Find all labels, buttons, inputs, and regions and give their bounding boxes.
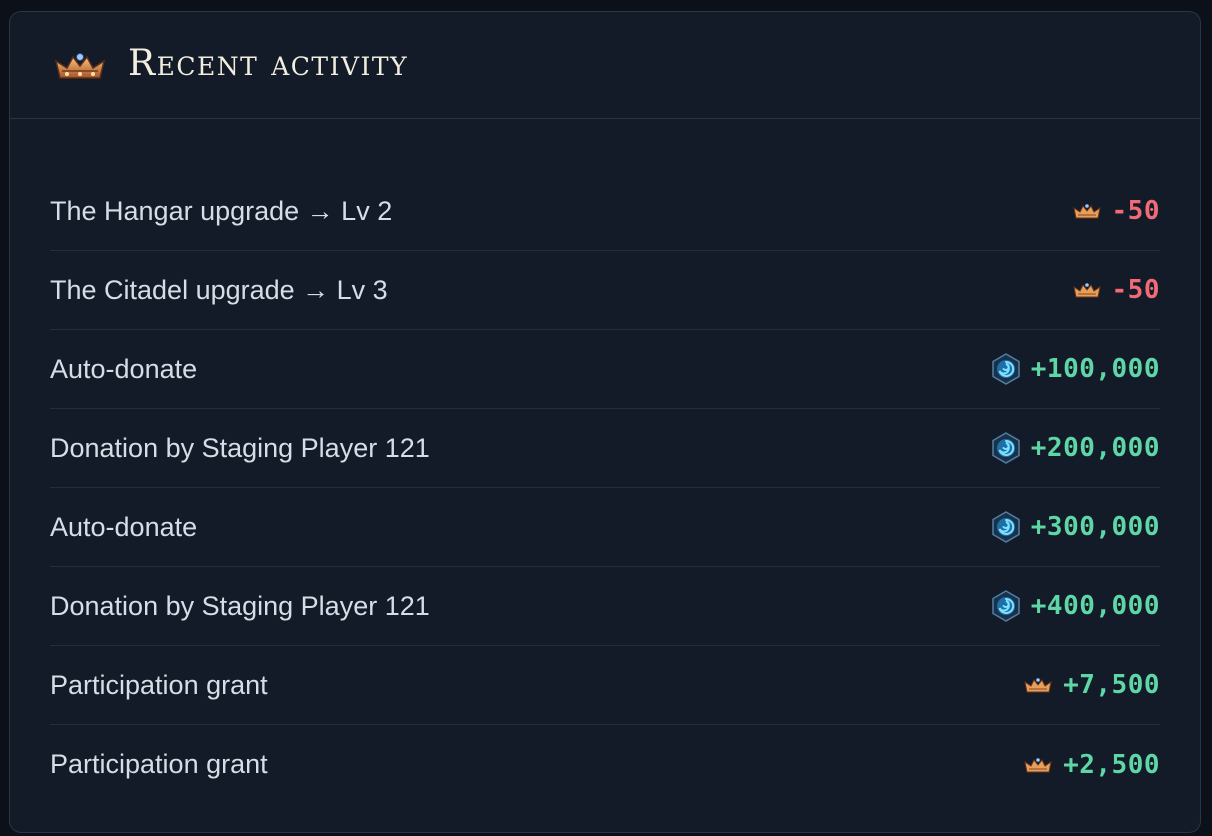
- activity-description: Participation grant: [50, 749, 268, 779]
- activity-amount-group: +400,000: [990, 590, 1160, 622]
- activity-amount-group: +300,000: [990, 511, 1160, 543]
- activity-row: Participation grant +7,500: [50, 646, 1160, 725]
- panel-header: Recent activity: [10, 12, 1200, 119]
- activity-description: Auto-donate: [50, 511, 198, 542]
- activity-amount: +300,000: [1030, 512, 1160, 542]
- activity-amount: +2,500: [1063, 749, 1160, 780]
- activity-amount: +100,000: [1030, 354, 1160, 384]
- crown-icon: [1072, 282, 1101, 298]
- activity-description: Donation by Staging Player 121: [50, 590, 430, 621]
- recent-activity-panel: Recent activity The Hangar upgrade → Lv …: [9, 11, 1201, 833]
- activity-amount: +200,000: [1030, 433, 1160, 463]
- activity-description: The Citadel upgrade → Lv 3: [50, 274, 388, 305]
- activity-amount: -50: [1111, 275, 1160, 305]
- activity-description: The Hangar upgrade → Lv 2: [50, 195, 393, 226]
- activity-amount-group: +100,000: [990, 353, 1160, 385]
- vortex-coin-icon: [990, 353, 1022, 385]
- activity-amount-group: +2,500: [1024, 750, 1160, 780]
- crown-icon: [54, 53, 106, 79]
- vortex-coin-icon: [990, 590, 1022, 622]
- vortex-coin-icon: [990, 511, 1022, 543]
- activity-row: The Hangar upgrade → Lv 2 -50: [50, 172, 1160, 251]
- activity-amount-group: -50: [1072, 275, 1160, 305]
- crown-icon: [1024, 677, 1052, 693]
- crown-icon: [1024, 757, 1052, 773]
- activity-row: Participation grant +2,500: [50, 725, 1160, 804]
- activity-row: The Citadel upgrade → Lv 3 -50: [50, 251, 1160, 330]
- activity-description: Participation grant: [50, 669, 268, 700]
- activity-list: The Hangar upgrade → Lv 2 -50 The Citadel …: [50, 172, 1160, 804]
- activity-amount: +7,500: [1063, 670, 1160, 700]
- crown-icon: [1072, 203, 1101, 219]
- activity-amount-group: -50: [1072, 196, 1160, 226]
- activity-row: Auto-donate +100,000: [50, 330, 1160, 409]
- page-title: Recent activity: [128, 42, 409, 84]
- activity-row: Donation by Staging Player 121 +400,000: [50, 567, 1160, 646]
- activity-amount-group: +200,000: [990, 432, 1160, 464]
- activity-row: Donation by Staging Player 121 +200,000: [50, 409, 1160, 488]
- activity-description: Donation by Staging Player 121: [50, 432, 430, 463]
- activity-amount: +400,000: [1030, 591, 1160, 621]
- activity-amount-group: +7,500: [1024, 670, 1160, 700]
- vortex-coin-icon: [990, 432, 1022, 464]
- activity-row: Auto-donate +300,000: [50, 488, 1160, 567]
- activity-amount: -50: [1111, 196, 1160, 226]
- activity-description: Auto-donate: [50, 353, 198, 384]
